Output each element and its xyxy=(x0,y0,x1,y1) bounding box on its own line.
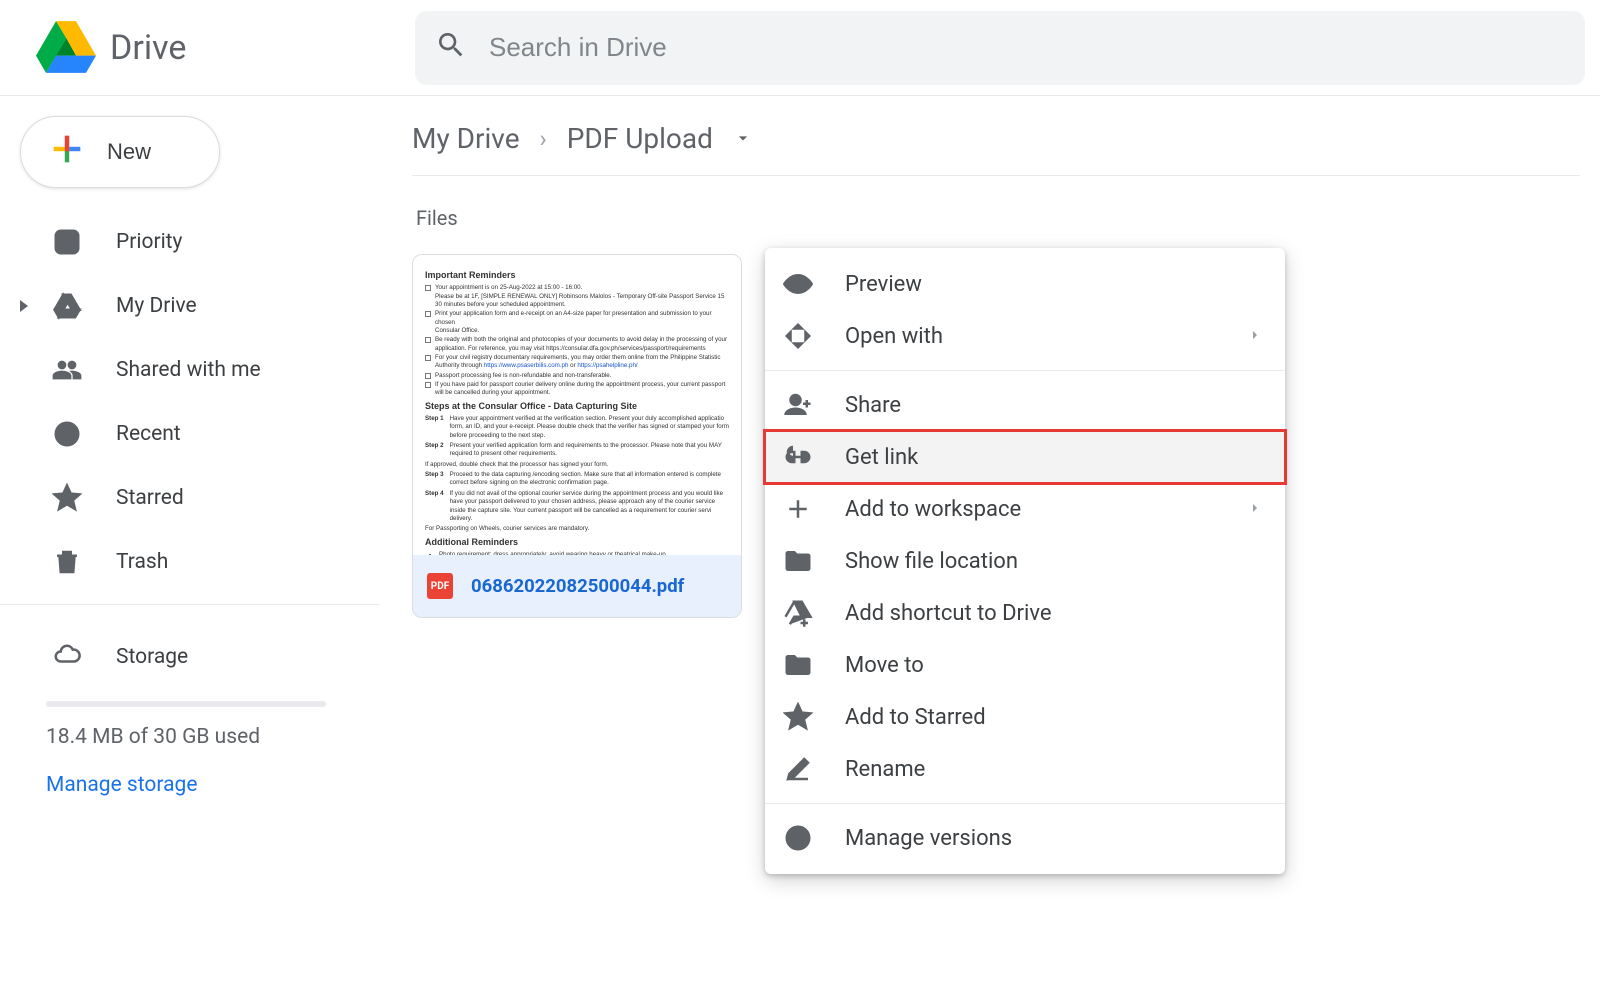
menu-item-preview[interactable]: Preview xyxy=(765,258,1285,310)
move-icon xyxy=(781,648,815,682)
app-title: Drive xyxy=(110,28,186,68)
menu-label: Open with xyxy=(845,324,1217,349)
menu-divider xyxy=(765,803,1285,804)
sidebar-item-storage[interactable]: Storage xyxy=(0,623,380,691)
sidebar-item-my-drive[interactable]: My Drive xyxy=(0,274,380,338)
nav-list: Priority My Drive Shared with me Recent … xyxy=(0,210,380,594)
menu-label: Add to workspace xyxy=(845,497,1217,522)
menu-label: Preview xyxy=(845,272,1263,297)
pencil-icon xyxy=(781,752,815,786)
menu-label: Manage versions xyxy=(845,826,1263,851)
file-card[interactable]: Important Reminders Your appointment is … xyxy=(412,254,742,618)
cloud-icon xyxy=(52,639,82,675)
breadcrumb-current[interactable]: PDF Upload xyxy=(567,122,713,155)
priority-icon xyxy=(52,227,82,257)
dropdown-arrow-icon[interactable] xyxy=(733,122,753,155)
plus-icon xyxy=(47,129,87,175)
sidebar-item-starred[interactable]: Starred xyxy=(0,466,380,530)
menu-label: Add to Starred xyxy=(845,705,1263,730)
menu-label: Add shortcut to Drive xyxy=(845,601,1263,626)
sidebar-item-label: Starred xyxy=(116,486,184,510)
divider xyxy=(0,604,380,605)
menu-item-add-shortcut[interactable]: Add shortcut to Drive xyxy=(765,587,1285,639)
menu-item-show-location[interactable]: Show file location xyxy=(765,535,1285,587)
manage-storage-link[interactable]: Manage storage xyxy=(46,773,380,797)
menu-item-share[interactable]: Share xyxy=(765,379,1285,431)
sidebar-item-label: Shared with me xyxy=(116,358,261,382)
new-button[interactable]: New xyxy=(20,116,220,188)
menu-item-open-with[interactable]: Open with xyxy=(765,310,1285,362)
new-button-label: New xyxy=(107,139,151,165)
file-preview-thumbnail: Important Reminders Your appointment is … xyxy=(413,255,741,555)
menu-divider xyxy=(765,370,1285,371)
star-icon xyxy=(781,700,815,734)
menu-label: Show file location xyxy=(845,549,1263,574)
plus-icon xyxy=(781,492,815,526)
storage-label: Storage xyxy=(116,645,188,669)
trash-icon xyxy=(52,547,82,577)
header: Drive xyxy=(0,0,1600,96)
sidebar-item-recent[interactable]: Recent xyxy=(0,402,380,466)
search-bar[interactable] xyxy=(415,11,1585,85)
folder-icon xyxy=(781,544,815,578)
drive-logo-icon xyxy=(36,21,96,75)
sidebar-item-label: Trash xyxy=(116,550,168,574)
menu-label: Share xyxy=(845,393,1263,418)
clock-icon xyxy=(781,821,815,855)
eye-icon xyxy=(781,267,815,301)
menu-item-manage-versions[interactable]: Manage versions xyxy=(765,812,1285,864)
sidebar-item-trash[interactable]: Trash xyxy=(0,530,380,594)
sidebar-item-label: Recent xyxy=(116,422,181,446)
menu-label: Get link xyxy=(845,445,1263,470)
link-icon xyxy=(781,440,815,474)
search-input[interactable] xyxy=(487,31,1565,64)
storage-used-text: 18.4 MB of 30 GB used xyxy=(46,725,380,749)
menu-label: Move to xyxy=(845,653,1263,678)
sidebar-item-label: Priority xyxy=(116,230,182,254)
breadcrumb-root[interactable]: My Drive xyxy=(412,122,520,155)
sidebar-item-shared[interactable]: Shared with me xyxy=(0,338,380,402)
menu-item-get-link[interactable]: Get link xyxy=(765,431,1285,483)
files-section-label: Files xyxy=(416,206,1600,230)
chevron-right-icon xyxy=(1247,497,1263,522)
pdf-icon: PDF xyxy=(427,573,453,599)
file-footer: PDF 06862022082500044.pdf xyxy=(413,555,741,617)
context-menu: Preview Open with Share Get link Add to … xyxy=(765,248,1285,874)
shortcut-icon xyxy=(781,596,815,630)
sidebar-item-priority[interactable]: Priority xyxy=(0,210,380,274)
file-name: 06862022082500044.pdf xyxy=(471,575,684,597)
menu-label: Rename xyxy=(845,757,1263,782)
breadcrumb: My Drive › PDF Upload xyxy=(412,116,1580,176)
search-icon xyxy=(435,29,467,66)
my-drive-icon xyxy=(52,291,82,321)
menu-item-rename[interactable]: Rename xyxy=(765,743,1285,795)
shared-icon xyxy=(52,355,82,385)
chevron-right-icon xyxy=(1247,324,1263,349)
person-add-icon xyxy=(781,388,815,422)
open-with-icon xyxy=(781,319,815,353)
starred-icon xyxy=(52,483,82,513)
menu-item-move-to[interactable]: Move to xyxy=(765,639,1285,691)
chevron-right-icon: › xyxy=(540,125,547,153)
sidebar-item-label: My Drive xyxy=(116,294,197,318)
menu-item-add-workspace[interactable]: Add to workspace xyxy=(765,483,1285,535)
recent-icon xyxy=(52,419,82,449)
storage-progress-bar xyxy=(46,701,326,707)
menu-item-add-starred[interactable]: Add to Starred xyxy=(765,691,1285,743)
logo-section[interactable]: Drive xyxy=(0,21,415,75)
sidebar: New Priority My Drive Shared with me Rec… xyxy=(0,96,380,1005)
